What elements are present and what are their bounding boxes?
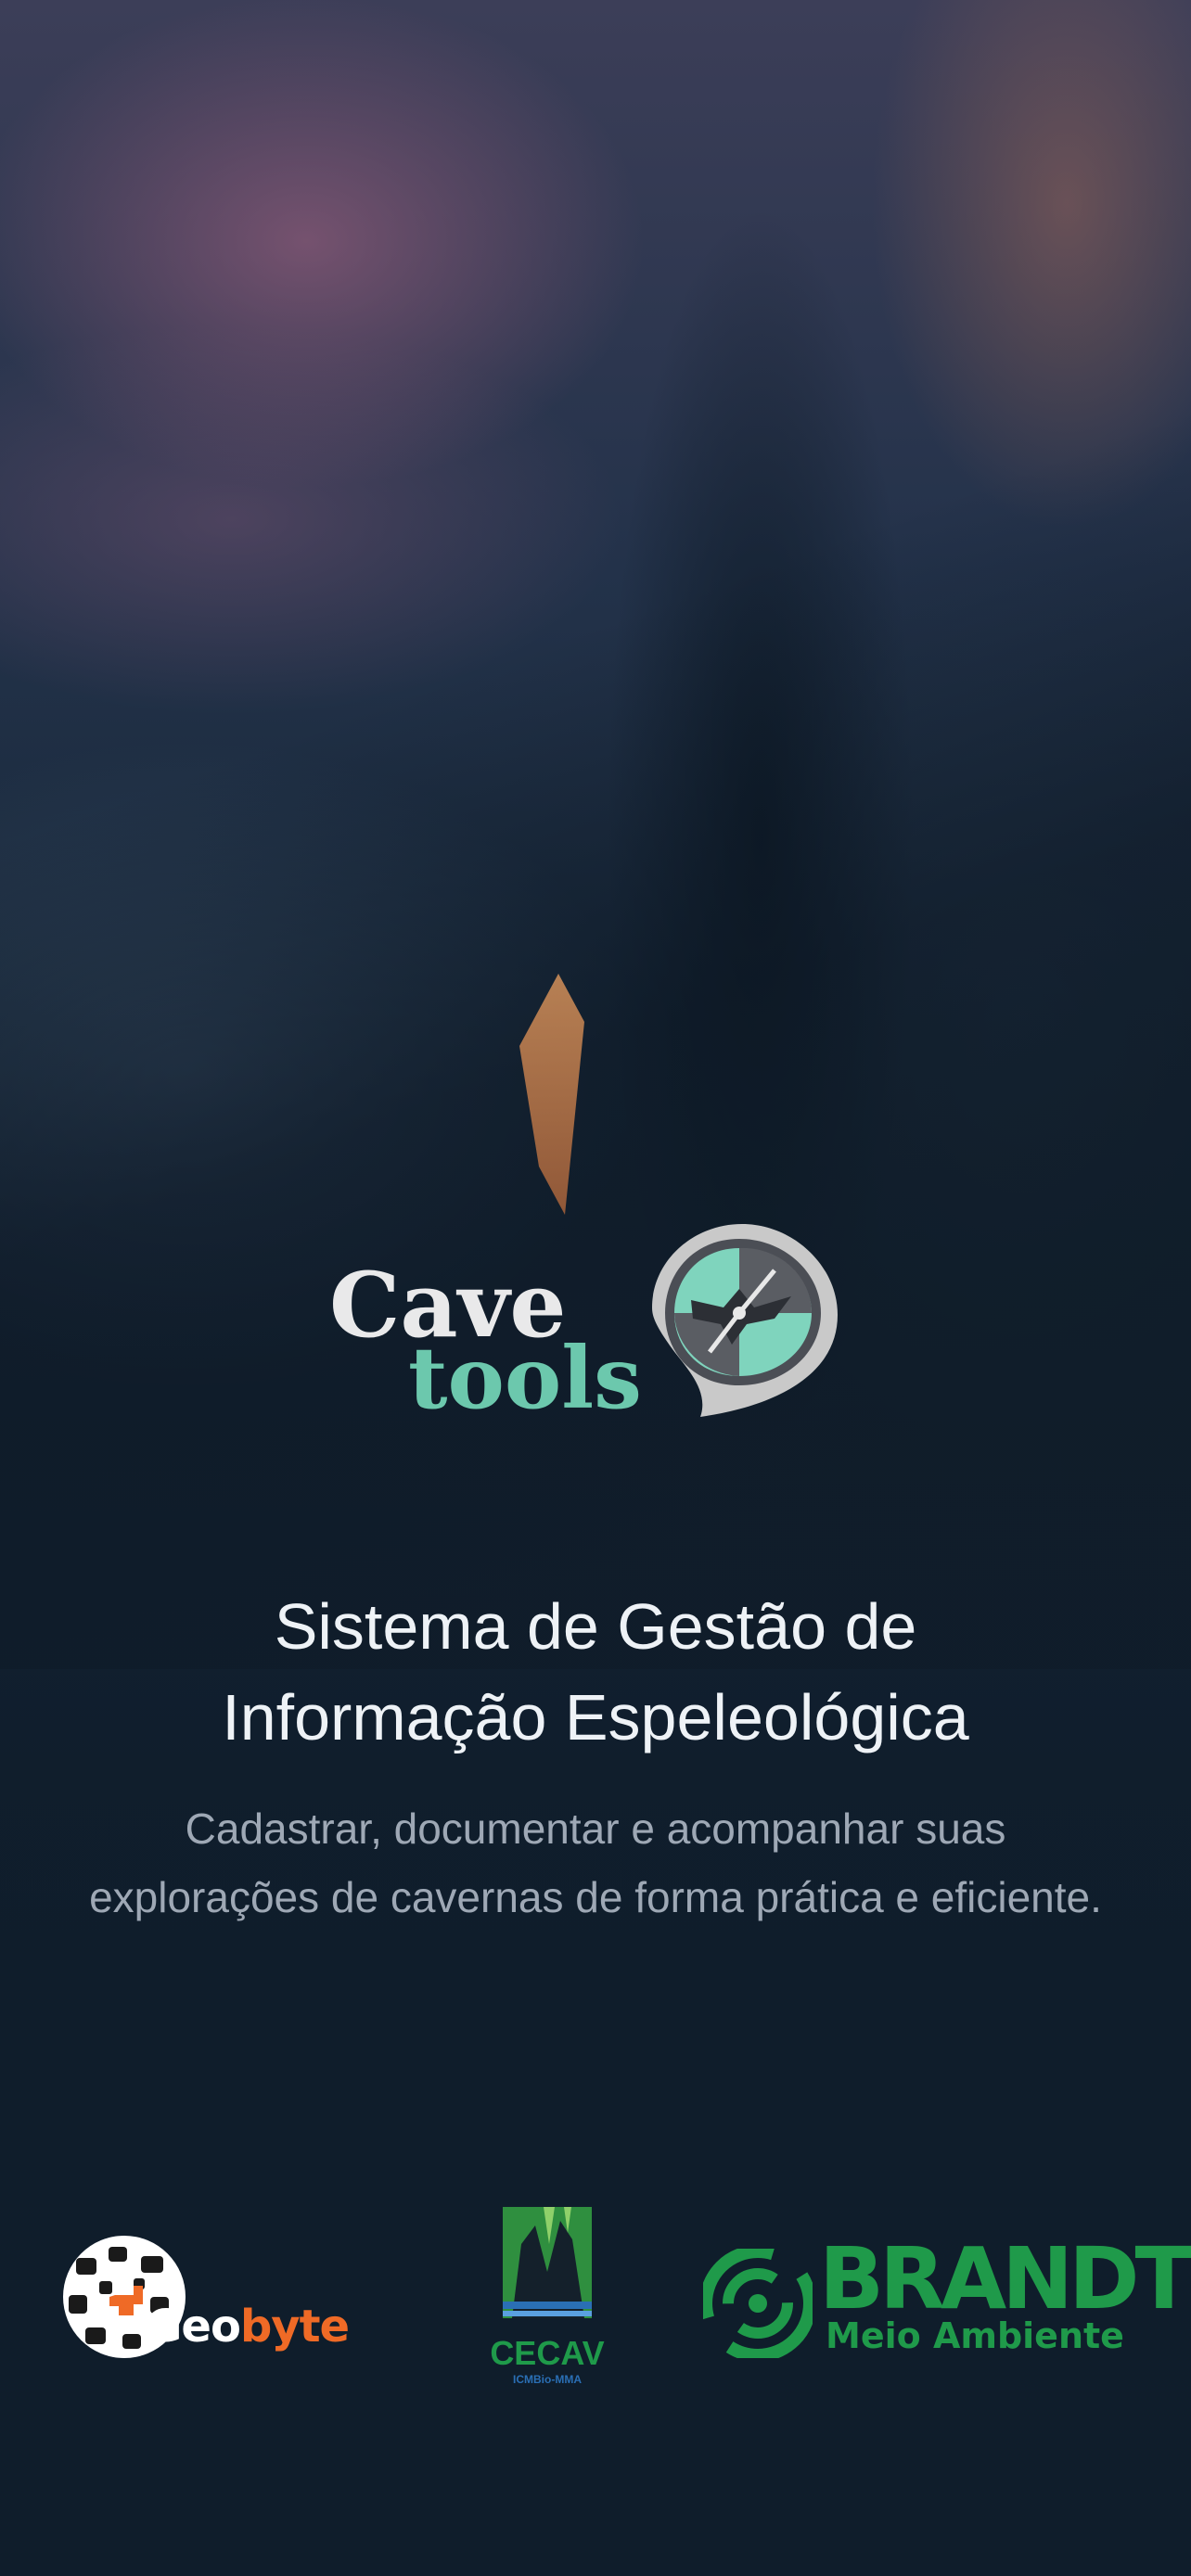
geobyte-word-geo: Geo: [146, 2301, 241, 2353]
brandt-subtitle: Meio Ambiente: [826, 2315, 1124, 2356]
cave-emblem-icon: [503, 2207, 592, 2318]
page-title: Sistema de Gestão de Informação Espeleol…: [0, 1581, 1191, 1763]
partner-logos: Geobyte CECAV ICMBio-MMA BRANDT Meio Amb…: [0, 2207, 1191, 2420]
splash-screen: Cave tools Sistema de Gestão de Informaç…: [0, 0, 1191, 2576]
page-description: Cadastrar, documentar e acompanhar suas …: [89, 1804, 1102, 1921]
cecav-logo: CECAV ICMBio-MMA: [482, 2207, 621, 2392]
rock-highlight: [519, 974, 584, 1215]
cecav-wordmark: CECAV: [490, 2334, 605, 2372]
brandt-logo: BRANDT Meio Ambiente: [703, 2237, 1191, 2374]
title-line-2: Informação Espeleológica: [222, 1681, 969, 1753]
compass-pin-icon: [652, 1224, 838, 1417]
swirl-emblem-icon: [703, 2249, 813, 2358]
cavetools-logo: Cave tools: [329, 1215, 849, 1428]
geobyte-word-byte: byte: [239, 2301, 350, 2353]
geobyte-logo: Geobyte: [58, 2230, 401, 2369]
geobyte-wordmark: Geobyte: [146, 2304, 350, 2349]
cecav-subtitle: ICMBio-MMA: [513, 2373, 582, 2386]
brandt-wordmark: BRANDT: [819, 2229, 1191, 2328]
logo-word-tools: tools: [408, 1328, 642, 1428]
title-line-1: Sistema de Gestão de: [274, 1590, 917, 1663]
